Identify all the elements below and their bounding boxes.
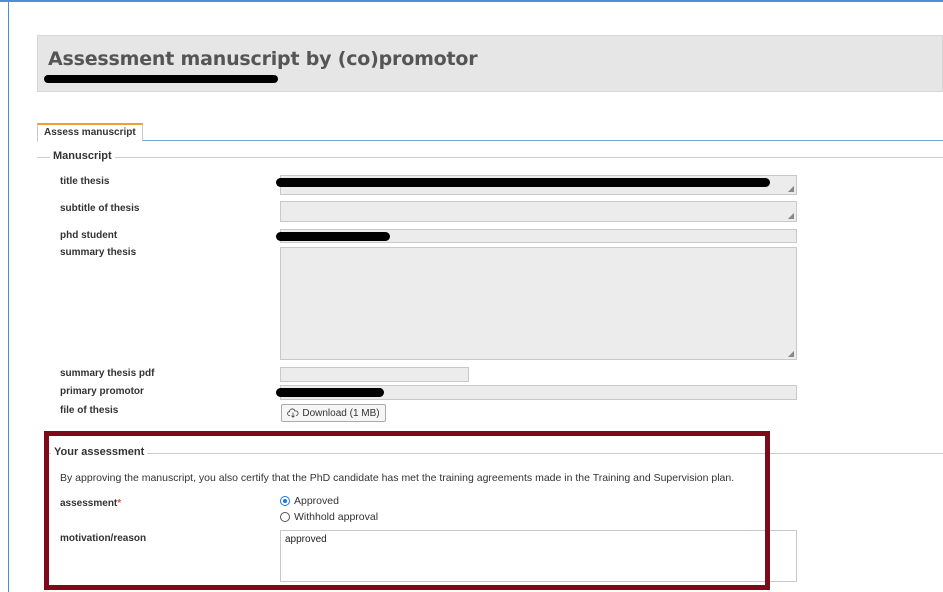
page-title: Assessment manuscript by (co)promotor [48,48,478,70]
label-file-of-thesis: file of thesis [60,405,119,416]
window-left-border [8,2,9,592]
summary-thesis-field[interactable]: ◢ [280,247,797,360]
label-primary-promotor: primary promotor [60,386,144,397]
page-header: Assessment manuscript by (co)promotor [37,35,943,92]
label-summary-thesis-pdf: summary thesis pdf [60,368,155,379]
label-phd-student: phd student [60,230,118,241]
tab-bar-underline [37,140,943,141]
download-thesis-button[interactable]: Download (1 MB) [281,404,386,422]
tab-assess-manuscript[interactable]: Assess manuscript [37,123,143,142]
label-title-thesis: title thesis [60,176,110,187]
resize-grip-icon[interactable]: ◢ [788,212,794,220]
redacted-primary-promotor [276,388,384,397]
redacted-subtitle [44,75,278,83]
redacted-phd-student [276,232,390,241]
manuscript-legend: Manuscript [50,150,115,162]
download-label: Download (1 MB) [302,407,380,419]
redacted-title-thesis [276,178,770,187]
label-subtitle-thesis: subtitle of thesis [60,203,140,214]
window-top-border [0,0,943,2]
manuscript-fieldset-border [37,157,943,158]
summary-thesis-pdf-field [280,367,469,382]
cloud-download-icon [287,408,299,418]
resize-grip-icon[interactable]: ◢ [788,350,794,358]
label-summary-thesis: summary thesis [60,247,137,258]
subtitle-thesis-field[interactable]: ◢ [280,201,797,222]
resize-grip-icon[interactable]: ◢ [788,185,794,193]
highlight-border [44,431,770,590]
